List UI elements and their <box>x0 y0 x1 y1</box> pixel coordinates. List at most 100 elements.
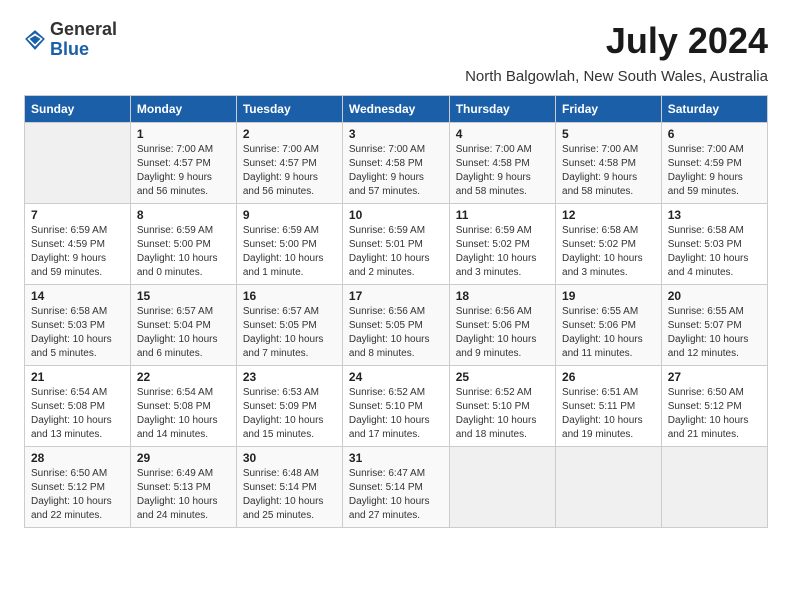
day-number: 18 <box>456 289 549 303</box>
calendar-header-row: Sunday Monday Tuesday Wednesday Thursday… <box>25 96 768 123</box>
table-row: 22Sunrise: 6:54 AM Sunset: 5:08 PM Dayli… <box>130 366 236 447</box>
day-info: Sunrise: 6:51 AM Sunset: 5:11 PM Dayligh… <box>562 386 655 442</box>
table-row: 4Sunrise: 7:00 AM Sunset: 4:58 PM Daylig… <box>449 123 555 204</box>
day-number: 20 <box>668 289 761 303</box>
day-number: 25 <box>456 370 549 384</box>
col-saturday: Saturday <box>661 96 767 123</box>
table-row: 13 Sunrise: 6:58 AM Sunset: 5:03 PM Dayli… <box>661 204 767 285</box>
day-info: Sunrise: 6:59 AM Sunset: 5:02 PM Dayligh… <box>456 224 549 280</box>
day-number: 30 <box>243 451 336 465</box>
day-info: Sunrise: 6:48 AM Sunset: 5:14 PM Dayligh… <box>243 467 336 523</box>
logo-text: General Blue <box>50 20 117 60</box>
day-info: Sunrise: 6:55 AM Sunset: 5:07 PM Dayligh… <box>668 305 761 361</box>
table-row: 16 Sunrise: 6:57 AM Sunset: 5:05 PM Dayli… <box>236 285 342 366</box>
col-monday: Monday <box>130 96 236 123</box>
day-number: 14 <box>31 289 124 303</box>
day-info: Sunrise: 6:59 AM Sunset: 5:00 PM Dayligh… <box>243 224 336 280</box>
day-info: Sunrise: 6:58 AM Sunset: 5:03 PM Dayligh… <box>668 224 761 280</box>
calendar-week-row: 14 Sunrise: 6:58 AM Sunset: 5:03 PM Dayli… <box>25 285 768 366</box>
day-info: Sunrise: 7:00 AM Sunset: 4:57 PM Dayligh… <box>243 143 336 199</box>
col-friday: Friday <box>556 96 662 123</box>
day-number: 11 <box>456 208 549 222</box>
calendar-week-row: 1Sunrise: 7:00 AM Sunset: 4:57 PM Daylig… <box>25 123 768 204</box>
day-number: 12 <box>562 208 655 222</box>
col-sunday: Sunday <box>25 96 131 123</box>
day-info: Sunrise: 6:55 AM Sunset: 5:06 PM Dayligh… <box>562 305 655 361</box>
col-thursday: Thursday <box>449 96 555 123</box>
header: General Blue July 2024 <box>24 20 768 62</box>
day-info: Sunrise: 6:58 AM Sunset: 5:03 PM Dayligh… <box>31 305 124 361</box>
day-number: 2 <box>243 127 336 141</box>
table-row: 24 Sunrise: 6:52 AM Sunset: 5:10 PM Dayli… <box>342 366 449 447</box>
table-row: 20 Sunrise: 6:55 AM Sunset: 5:07 PM Dayli… <box>661 285 767 366</box>
day-info: Sunrise: 6:57 AM Sunset: 5:05 PM Dayligh… <box>243 305 336 361</box>
day-number: 21 <box>31 370 124 384</box>
table-row: 7 Sunrise: 6:59 AM Sunset: 4:59 PM Daylig… <box>25 204 131 285</box>
day-number: 29 <box>137 451 230 465</box>
day-info: Sunrise: 6:50 AM Sunset: 5:12 PM Dayligh… <box>668 386 761 442</box>
table-row: 23 Sunrise: 6:53 AM Sunset: 5:09 PM Dayli… <box>236 366 342 447</box>
table-row: 2 Sunrise: 7:00 AM Sunset: 4:57 PM Daylig… <box>236 123 342 204</box>
day-info: Sunrise: 6:52 AM Sunset: 5:10 PM Dayligh… <box>349 386 443 442</box>
day-number: 6 <box>668 127 761 141</box>
logo-general-text: General <box>50 20 117 40</box>
day-number: 7 <box>31 208 124 222</box>
day-number: 10 <box>349 208 443 222</box>
table-row <box>25 123 131 204</box>
day-info: Sunrise: 7:00 AM Sunset: 4:58 PM Dayligh… <box>562 143 655 199</box>
table-row: 12 Sunrise: 6:58 AM Sunset: 5:02 PM Dayli… <box>556 204 662 285</box>
table-row: 18 Sunrise: 6:56 AM Sunset: 5:06 PM Dayli… <box>449 285 555 366</box>
day-info: Sunrise: 6:56 AM Sunset: 5:06 PM Dayligh… <box>456 305 549 361</box>
logo-blue-text: Blue <box>50 40 117 60</box>
day-number: 27 <box>668 370 761 384</box>
day-info: Sunrise: 7:00 AM Sunset: 4:57 PM Dayligh… <box>137 143 230 199</box>
table-row: 29Sunrise: 6:49 AM Sunset: 5:13 PM Dayli… <box>130 447 236 528</box>
title-group: July 2024 <box>606 20 768 62</box>
logo-icon <box>24 29 46 51</box>
table-row: 19 Sunrise: 6:55 AM Sunset: 5:06 PM Dayli… <box>556 285 662 366</box>
day-info: Sunrise: 6:59 AM Sunset: 5:00 PM Dayligh… <box>137 224 230 280</box>
day-number: 31 <box>349 451 443 465</box>
table-row: 26 Sunrise: 6:51 AM Sunset: 5:11 PM Dayli… <box>556 366 662 447</box>
day-number: 23 <box>243 370 336 384</box>
col-wednesday: Wednesday <box>342 96 449 123</box>
day-info: Sunrise: 6:58 AM Sunset: 5:02 PM Dayligh… <box>562 224 655 280</box>
calendar-week-row: 28Sunrise: 6:50 AM Sunset: 5:12 PM Dayli… <box>25 447 768 528</box>
day-info: Sunrise: 6:56 AM Sunset: 5:05 PM Dayligh… <box>349 305 443 361</box>
table-row: 30 Sunrise: 6:48 AM Sunset: 5:14 PM Dayli… <box>236 447 342 528</box>
day-info: Sunrise: 6:59 AM Sunset: 4:59 PM Dayligh… <box>31 224 124 280</box>
table-row: 21 Sunrise: 6:54 AM Sunset: 5:08 PM Dayli… <box>25 366 131 447</box>
day-number: 8 <box>137 208 230 222</box>
table-row: 31Sunrise: 6:47 AM Sunset: 5:14 PM Dayli… <box>342 447 449 528</box>
day-info: Sunrise: 6:54 AM Sunset: 5:08 PM Dayligh… <box>137 386 230 442</box>
day-number: 24 <box>349 370 443 384</box>
table-row: 10 Sunrise: 6:59 AM Sunset: 5:01 PM Dayli… <box>342 204 449 285</box>
table-row <box>556 447 662 528</box>
col-tuesday: Tuesday <box>236 96 342 123</box>
calendar-week-row: 21 Sunrise: 6:54 AM Sunset: 5:08 PM Dayli… <box>25 366 768 447</box>
day-info: Sunrise: 6:59 AM Sunset: 5:01 PM Dayligh… <box>349 224 443 280</box>
day-info: Sunrise: 6:53 AM Sunset: 5:09 PM Dayligh… <box>243 386 336 442</box>
page-container: General Blue July 2024 North Balgowlah, … <box>24 20 768 528</box>
day-number: 9 <box>243 208 336 222</box>
table-row: 14 Sunrise: 6:58 AM Sunset: 5:03 PM Dayli… <box>25 285 131 366</box>
table-row: 1Sunrise: 7:00 AM Sunset: 4:57 PM Daylig… <box>130 123 236 204</box>
table-row: 25 Sunrise: 6:52 AM Sunset: 5:10 PM Dayli… <box>449 366 555 447</box>
calendar-week-row: 7 Sunrise: 6:59 AM Sunset: 4:59 PM Daylig… <box>25 204 768 285</box>
table-row: 9 Sunrise: 6:59 AM Sunset: 5:00 PM Daylig… <box>236 204 342 285</box>
day-info: Sunrise: 6:50 AM Sunset: 5:12 PM Dayligh… <box>31 467 124 523</box>
day-info: Sunrise: 6:54 AM Sunset: 5:08 PM Dayligh… <box>31 386 124 442</box>
day-number: 13 <box>668 208 761 222</box>
day-info: Sunrise: 6:52 AM Sunset: 5:10 PM Dayligh… <box>456 386 549 442</box>
day-number: 26 <box>562 370 655 384</box>
day-number: 19 <box>562 289 655 303</box>
day-number: 4 <box>456 127 549 141</box>
calendar-table: Sunday Monday Tuesday Wednesday Thursday… <box>24 95 768 528</box>
day-number: 17 <box>349 289 443 303</box>
day-info: Sunrise: 7:00 AM Sunset: 4:59 PM Dayligh… <box>668 143 761 199</box>
day-info: Sunrise: 6:57 AM Sunset: 5:04 PM Dayligh… <box>137 305 230 361</box>
day-number: 16 <box>243 289 336 303</box>
table-row: 17 Sunrise: 6:56 AM Sunset: 5:05 PM Dayli… <box>342 285 449 366</box>
table-row: 3Sunrise: 7:00 AM Sunset: 4:58 PM Daylig… <box>342 123 449 204</box>
logo: General Blue <box>24 20 117 60</box>
